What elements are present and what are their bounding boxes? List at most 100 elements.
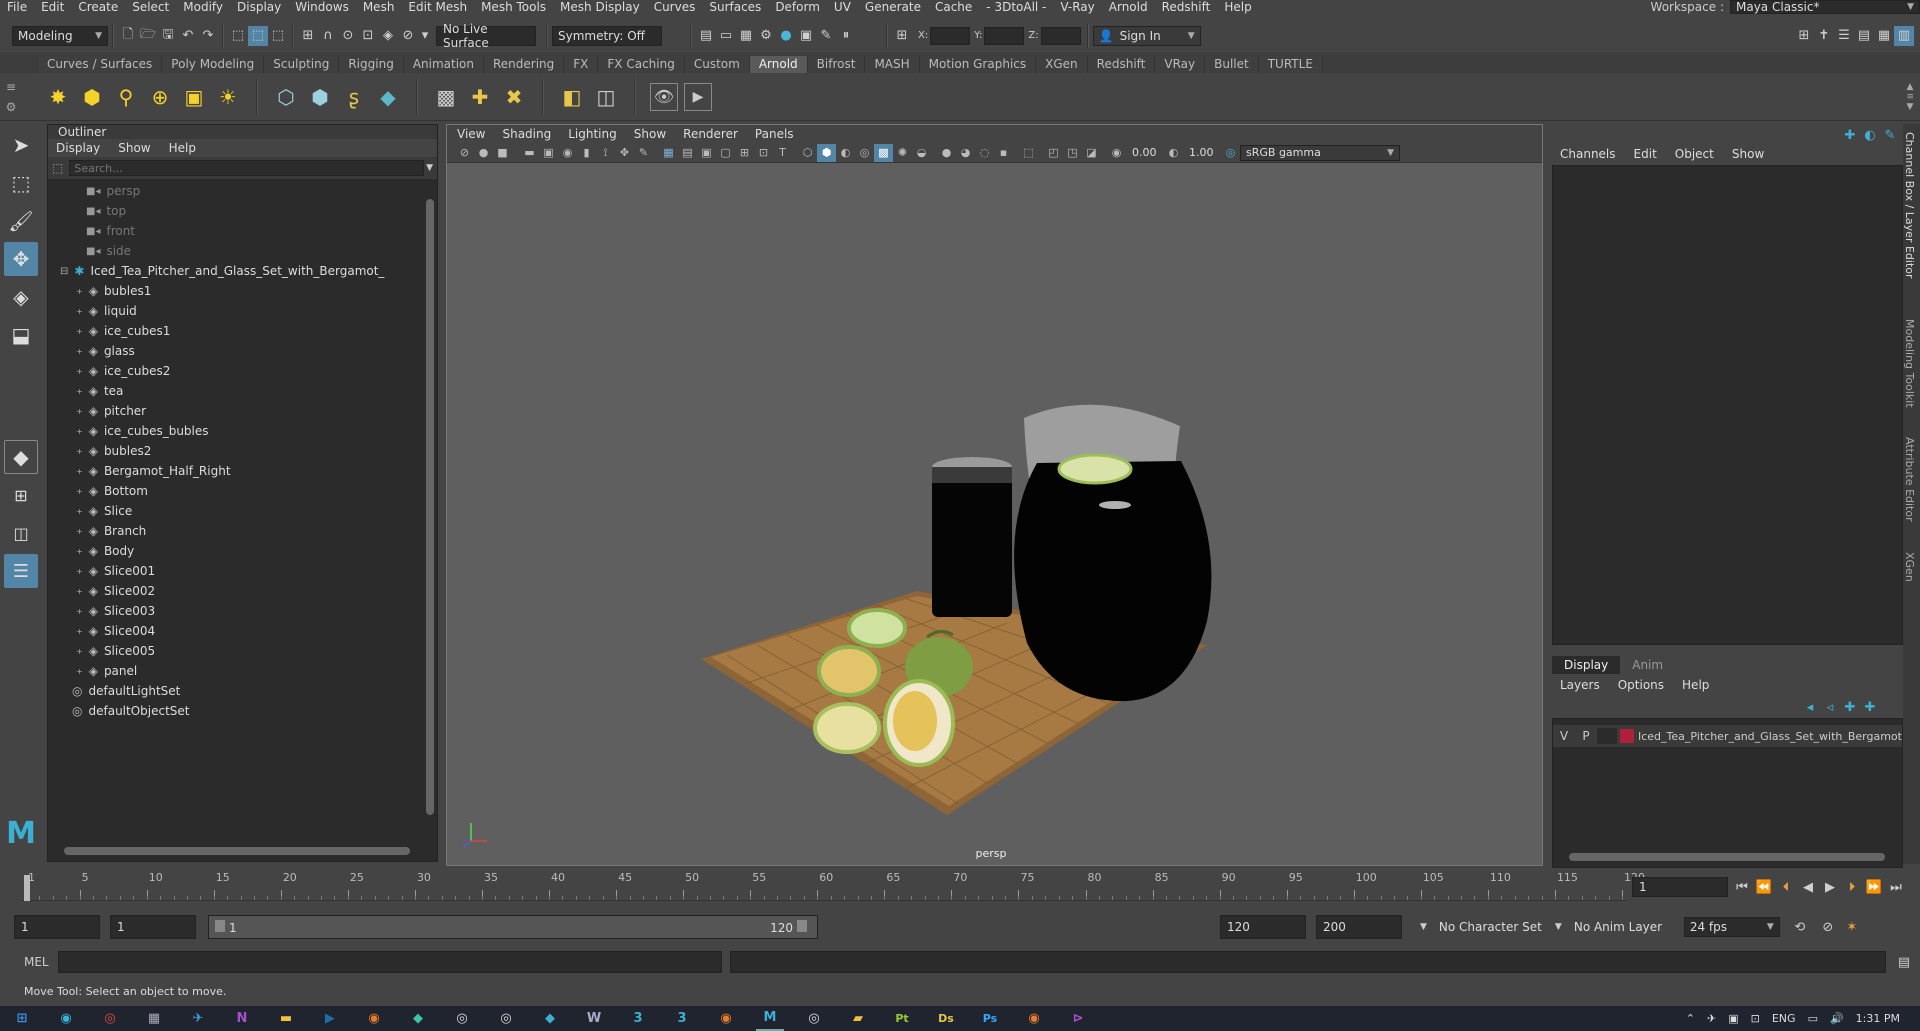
render-view-icon[interactable]: ▣: [796, 26, 816, 46]
nvidia-tray-icon[interactable]: ▣: [1728, 1012, 1738, 1025]
shelf-tab-redshift[interactable]: Redshift: [1087, 56, 1156, 73]
obs2-icon[interactable]: ◎: [492, 1006, 520, 1031]
expand-icon[interactable]: +: [76, 487, 83, 496]
play-backwards-icon[interactable]: ◀: [1798, 877, 1818, 897]
chevron-up-icon[interactable]: ⌃: [1686, 1012, 1695, 1025]
menu-item-mesh-tools[interactable]: Mesh Tools: [474, 0, 553, 14]
x-field[interactable]: [930, 26, 971, 45]
menu-item-mesh-display[interactable]: Mesh Display: [553, 0, 647, 14]
xray-active-icon[interactable]: ◪: [1082, 144, 1101, 162]
camera-move-icon[interactable]: ✥: [615, 144, 634, 162]
outliner-mesh-item[interactable]: + ◈ ice_cubes_bubles: [48, 421, 437, 441]
sync-icon[interactable]: ◐: [1860, 125, 1880, 145]
layout-icon[interactable]: ▥: [1894, 25, 1914, 46]
expand-icon[interactable]: +: [76, 607, 83, 616]
camera-attr-icon[interactable]: ●: [474, 144, 493, 162]
maya-taskbar-icon[interactable]: M: [756, 1006, 784, 1031]
right-tab-channel-box-layer-editor[interactable]: Channel Box / Layer Editor: [1903, 132, 1916, 279]
snap-curve-icon[interactable]: ∩: [318, 26, 338, 46]
expand-icon[interactable]: +: [76, 507, 83, 516]
outliner-mesh-item[interactable]: + ◈ ice_cubes1: [48, 321, 437, 341]
right-tab-xgen[interactable]: XGen: [1903, 552, 1916, 582]
outliner-mesh-item[interactable]: + ◈ Slice002: [48, 581, 437, 601]
outliner-menu-display[interactable]: Display: [56, 141, 100, 155]
outliner-mesh-item[interactable]: + ◈ Bergamot_Half_Right: [48, 461, 437, 481]
menu-item-select[interactable]: Select: [125, 0, 176, 14]
expand-icon[interactable]: +: [76, 447, 83, 456]
color-space-dropdown[interactable]: sRGB gamma ▼: [1240, 144, 1400, 161]
channel-box-menu-show[interactable]: Show: [1732, 147, 1764, 161]
resolution-gate-icon[interactable]: ▣: [697, 144, 716, 162]
menu-item-help[interactable]: Help: [1217, 0, 1258, 14]
outliner-layout-icon[interactable]: ☰: [4, 554, 38, 588]
outliner-mesh-item[interactable]: + ◈ Slice003: [48, 601, 437, 621]
expand-icon[interactable]: +: [76, 567, 83, 576]
2d-pan-icon[interactable]: ▣: [539, 144, 558, 162]
expand-icon[interactable]: +: [76, 307, 83, 316]
volume-icon[interactable]: ◆: [374, 83, 402, 111]
use-all-lights-icon[interactable]: ✺: [893, 144, 912, 162]
viewport-menu-shading[interactable]: Shading: [502, 127, 551, 141]
sign-in-button[interactable]: 👤 Sign In ▼: [1092, 25, 1201, 46]
pencil-icon[interactable]: ✎: [1880, 125, 1900, 145]
outliner-set-item[interactable]: ◎ defaultLightSet: [48, 681, 437, 701]
right-tab-modeling-toolkit[interactable]: Modeling Toolkit: [1903, 319, 1916, 408]
language-indicator[interactable]: ENG: [1772, 1012, 1796, 1025]
export-standin-icon[interactable]: ⬢: [306, 83, 334, 111]
scroll-thumb[interactable]: [64, 847, 410, 855]
clock[interactable]: 1:31 PM: [1856, 1012, 1900, 1025]
save-scene-icon[interactable]: 🖫: [158, 26, 178, 46]
outliner-search-input[interactable]: [69, 160, 425, 176]
viewport-panel[interactable]: View Shading Lighting Show Renderer Panels ⊘ …: [446, 124, 1543, 866]
playback-end-field[interactable]: 120: [1220, 915, 1306, 939]
shelf-tab-vray[interactable]: VRay: [1155, 56, 1206, 73]
tool-settings-icon[interactable]: ▤: [1854, 26, 1874, 46]
layer-menu-layers[interactable]: Layers: [1560, 678, 1600, 692]
expand-icon[interactable]: +: [76, 527, 83, 536]
script-language-label[interactable]: MEL: [24, 955, 58, 969]
outliner-mesh-item[interactable]: + ◈ pitcher: [48, 401, 437, 421]
display-tray-icon[interactable]: ▭: [1808, 1012, 1818, 1025]
outliner-mesh-item[interactable]: + ◈ Branch: [48, 521, 437, 541]
hypershade-icon[interactable]: ●: [776, 26, 796, 46]
viewport-scene[interactable]: persp: [447, 163, 1542, 863]
move-layer-up-icon[interactable]: ◂: [1800, 697, 1820, 717]
time-slider[interactable]: 1 5 10 15 20 25 30 35 40 45 50 55 60 65 70 75 80 85 90 95 10…: [0, 871, 1920, 905]
shelf-tab-poly-modeling[interactable]: Poly Modeling: [162, 56, 265, 73]
bookmark2-icon[interactable]: ▮: [577, 144, 596, 162]
tx-manager-icon[interactable]: ▩: [432, 83, 460, 111]
scroll-thumb[interactable]: [426, 199, 434, 815]
menu-item-cache[interactable]: Cache: [928, 0, 979, 14]
volume-icon[interactable]: 🔊: [1830, 1012, 1844, 1025]
wireframe-on-shaded-icon[interactable]: ◎: [855, 144, 874, 162]
workspace-dropdown[interactable]: Maya Classic* ▼: [1730, 0, 1920, 14]
obs-icon[interactable]: ◎: [448, 1006, 476, 1031]
menu-item-deform[interactable]: Deform: [768, 0, 827, 14]
3dsmax2-icon[interactable]: 3: [668, 1006, 696, 1031]
shelf-tab-turtle[interactable]: TURTLE: [1258, 56, 1323, 73]
toggle-display-icon[interactable]: ◧: [558, 83, 586, 111]
fps-dropdown[interactable]: 24 fps ▼: [1683, 917, 1780, 937]
exposure-field[interactable]: 0.00: [1126, 144, 1164, 161]
image-plane-icon[interactable]: ▬: [520, 144, 539, 162]
anim-layer-field[interactable]: No Anim Layer: [1567, 915, 1668, 939]
paint-select-icon[interactable]: 🖌: [4, 204, 38, 238]
render-settings-icon[interactable]: ⚙: [756, 26, 776, 46]
blender2-icon[interactable]: ◉: [712, 1006, 740, 1031]
photometric-light-icon[interactable]: ⚲: [112, 83, 140, 111]
script-editor-icon[interactable]: ▤: [1894, 952, 1914, 972]
make-live-icon[interactable]: ▾: [418, 26, 432, 46]
menu-item-edit[interactable]: Edit: [34, 0, 71, 14]
character-set-field[interactable]: No Character Set: [1432, 915, 1543, 939]
expand-icon[interactable]: +: [76, 367, 83, 376]
outliner-menu-help[interactable]: Help: [169, 141, 196, 155]
flush-all-icon[interactable]: ✖: [500, 83, 528, 111]
play-forwards-icon[interactable]: ▶: [1820, 877, 1840, 897]
color-management-icon[interactable]: ◎: [1221, 144, 1240, 162]
outliner-mesh-item[interactable]: + ◈ Bottom: [48, 481, 437, 501]
undo-icon[interactable]: ↶: [178, 26, 198, 46]
layer-menu-options[interactable]: Options: [1618, 678, 1664, 692]
animation-start-field[interactable]: 1: [14, 915, 100, 939]
xray-joints-icon[interactable]: ◳: [1063, 144, 1082, 162]
visual-studio-icon[interactable]: ⊳: [1064, 1006, 1092, 1031]
